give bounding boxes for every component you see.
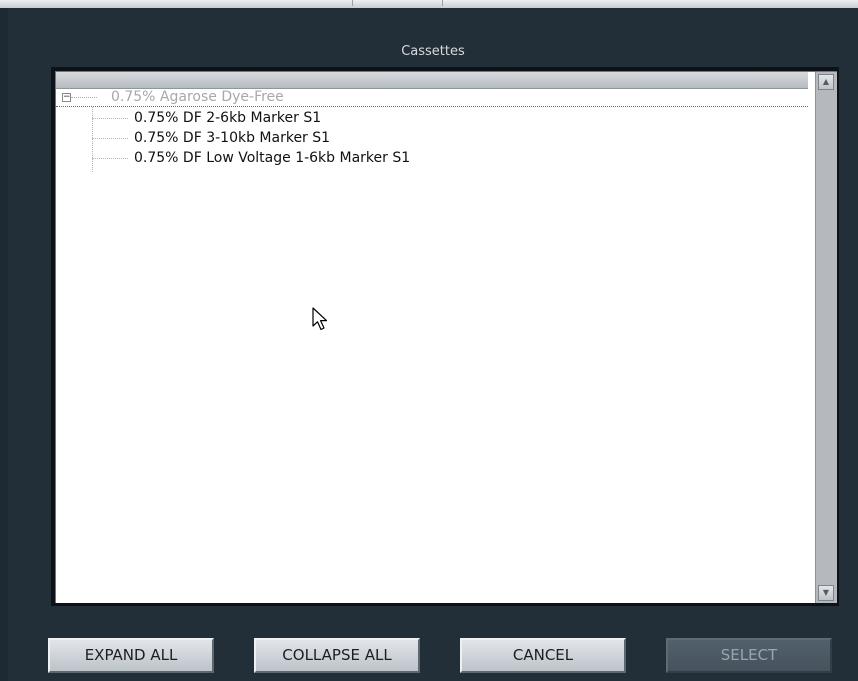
vertical-scrollbar[interactable]: ▲ ▼ [815, 72, 837, 603]
top-strip-divider [352, 0, 353, 6]
mouse-pointer-icon [312, 307, 328, 331]
tree-root-row[interactable]: − 0.75% Agarose Dye-Free [56, 89, 808, 107]
dialog-title: Cassettes [401, 44, 465, 59]
cancel-button[interactable]: CANCEL [460, 638, 626, 673]
cassette-tree[interactable]: − 0.75% Agarose Dye-Free 0.75% DF 2-6kb … [55, 71, 837, 603]
cassettes-dialog: Cassettes − 0.75% Agarose Dye-Free 0.75%… [8, 8, 858, 681]
select-button[interactable]: SELECT [666, 638, 832, 673]
collapse-all-button[interactable]: COLLAPSE ALL [254, 638, 420, 673]
top-strip-divider [442, 0, 443, 6]
scroll-up-icon[interactable]: ▲ [818, 74, 834, 90]
tree-item[interactable]: 0.75% DF 2-6kb Marker S1 [56, 108, 808, 128]
tree-item-label: 0.75% DF 2-6kb Marker S1 [134, 110, 322, 126]
scroll-down-icon[interactable]: ▼ [818, 585, 834, 601]
tree-item[interactable]: 0.75% DF Low Voltage 1-6kb Marker S1 [56, 148, 808, 168]
tree-item-label: 0.75% DF 3-10kb Marker S1 [134, 130, 331, 146]
tree-root-label: 0.75% Agarose Dye-Free [111, 89, 284, 105]
collapse-toggle-icon[interactable]: − [62, 93, 71, 102]
top-strip [0, 0, 858, 8]
tree-item[interactable]: 0.75% DF 3-10kb Marker S1 [56, 128, 808, 148]
tree-item-label: 0.75% DF Low Voltage 1-6kb Marker S1 [134, 150, 411, 166]
tree-connector-line [92, 138, 128, 139]
tree-header-bar [56, 72, 808, 89]
tree-connector-line [92, 158, 128, 159]
tree-connector-line [71, 97, 97, 98]
tree-connector-line [92, 118, 128, 119]
cassette-list-frame: − 0.75% Agarose Dye-Free 0.75% DF 2-6kb … [51, 67, 839, 606]
expand-all-button[interactable]: EXPAND ALL [48, 638, 214, 673]
